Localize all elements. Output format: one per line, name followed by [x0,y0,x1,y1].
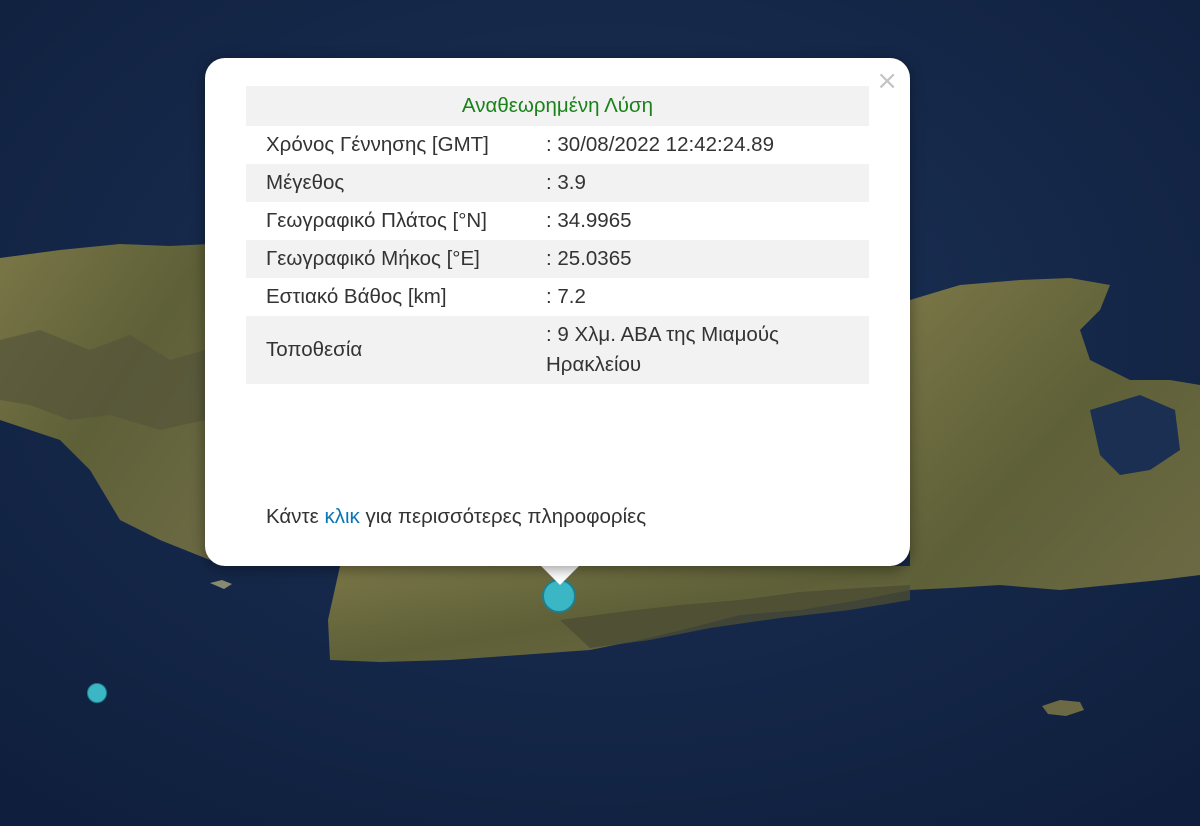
table-row-longitude: Γεωγραφικό Μήκος [°E] : 25.0365 [246,240,869,278]
table-row-depth: Εστιακό Βάθος [km] : 7.2 [246,278,869,316]
magnitude-label: Μέγεθος [246,164,526,202]
origin-time-label: Χρόνος Γέννησης [GMT] [266,133,489,156]
solution-status-heading: Αναθεωρημένη Λύση [246,86,869,126]
table-row-location: Τοποθεσία : 9 Χλμ. ΑΒΑ της Μιαμούς Ηρακλ… [246,316,869,384]
origin-time-value: : 30/08/2022 12:42:24.89 [546,133,774,156]
more-info-prefix: Κάντε [266,505,325,528]
more-info-line: Κάντε κλικ για περισσότερες πληροφορίες [266,502,646,532]
earthquake-marker-southwest[interactable] [87,683,107,703]
table-row-origin-time: Χρόνος Γέννησης [GMT] : 30/08/2022 12:42… [246,126,869,164]
latitude-label: Γεωγραφικό Πλάτος [°N] [266,209,487,232]
earthquake-info-popup: × Αναθεωρημένη Λύση Χρόνος Γέννησης [GMT… [205,58,910,566]
satellite-map[interactable]: × Αναθεωρημένη Λύση Χρόνος Γέννησης [GMT… [0,0,1200,826]
close-icon[interactable]: × [876,68,898,94]
popup-tip [540,565,580,585]
table-header-row: Αναθεωρημένη Λύση [246,86,869,126]
earthquake-details-table: Αναθεωρημένη Λύση Χρόνος Γέννησης [GMT] … [246,86,869,384]
location-label: Τοποθεσία [246,316,526,384]
depth-value: : 7.2 [546,285,586,308]
depth-label: Εστιακό Βάθος [km] [266,285,447,308]
more-info-suffix: για περισσότερες πληροφορίες [359,505,647,528]
table-row-latitude: Γεωγραφικό Πλάτος [°N] : 34.9965 [246,202,869,240]
magnitude-value: : 3.9 [526,164,869,202]
longitude-value: : 25.0365 [526,240,869,278]
latitude-value: : 34.9965 [546,209,632,232]
more-info-link[interactable]: κλικ [324,505,359,528]
location-value: : 9 Χλμ. ΑΒΑ της Μιαμούς Ηρακλείου [526,316,869,384]
table-row-magnitude: Μέγεθος : 3.9 [246,164,869,202]
longitude-label: Γεωγραφικό Μήκος [°E] [246,240,526,278]
